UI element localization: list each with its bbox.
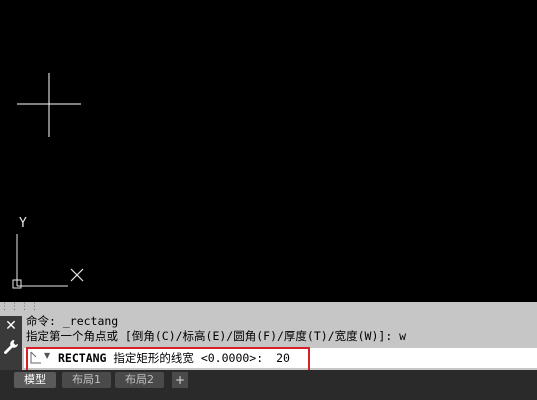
close-icon[interactable]: ✕ [0,316,22,336]
prompt-command-name: RECTANG [58,351,107,365]
command-prompt-icon[interactable] [30,351,42,364]
add-layout-button[interactable]: + [172,372,188,388]
ucs-y-label: Y [19,216,27,231]
history-line: 指定第一个角点或 [倒角(C)/标高(E)/圆角(F)/厚度(T)/宽度(W)]… [26,329,407,343]
tab-model[interactable]: 模型 [14,372,56,388]
tab-layout2[interactable]: 布局2 [115,372,164,388]
tab-layout1[interactable]: 布局1 [62,372,111,388]
history-line: 命令: _rectang [26,314,119,328]
chevron-down-icon[interactable]: ▼ [44,351,50,360]
ucs-icon [12,234,84,289]
command-input-value[interactable]: 20 [276,351,290,365]
layout-tab-bar: 模型 布局1 布局2 + [0,370,537,400]
command-history: 命令: _rectang 指定第一个角点或 [倒角(C)/标高(E)/圆角(F)… [26,314,536,344]
wrench-icon[interactable] [2,338,20,356]
command-prompt[interactable]: RECTANG 指定矩形的线宽 <0.0000>: 20 [58,350,290,366]
prompt-text: 指定矩形的线宽 <0.0000>: [113,351,264,365]
drawing-canvas[interactable]: Y [0,0,537,302]
command-input-line[interactable]: ▼ RECTANG 指定矩形的线宽 <0.0000>: 20 [24,348,537,368]
